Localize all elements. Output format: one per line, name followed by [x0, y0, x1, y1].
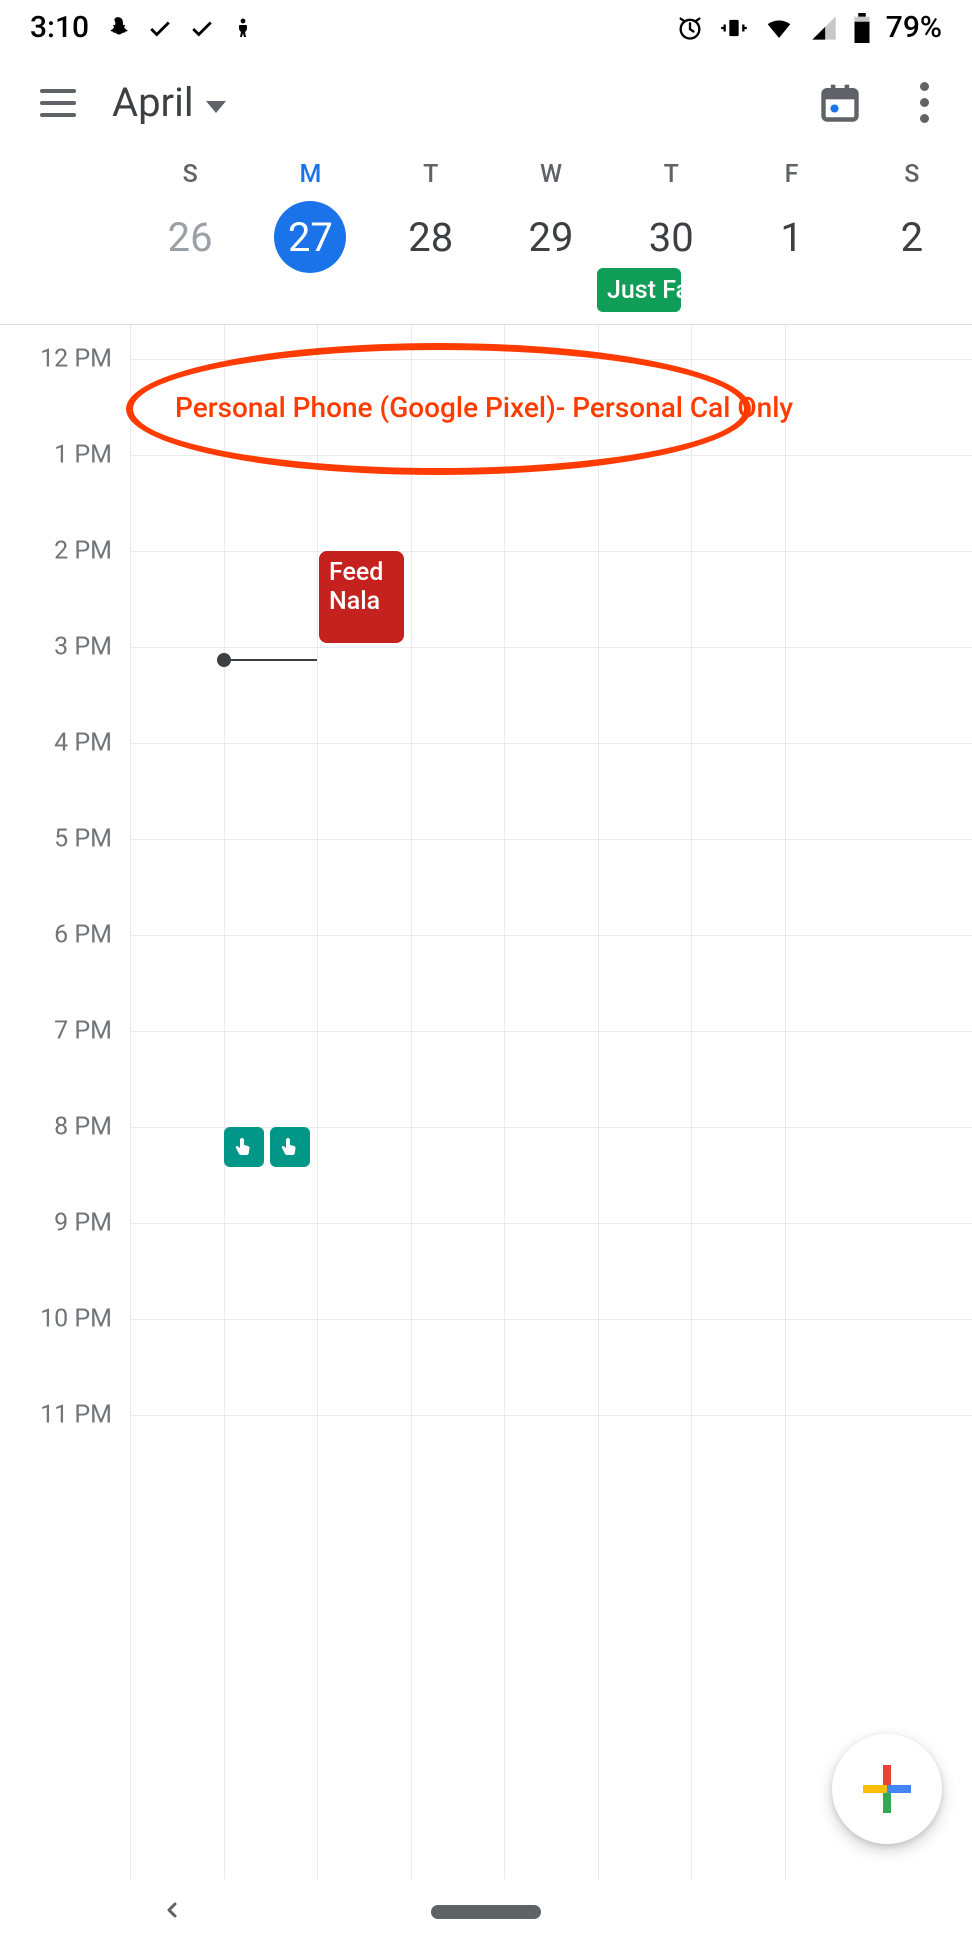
snapchat-icon: [105, 15, 131, 41]
now-indicator: [224, 659, 318, 661]
touch-icon: [224, 1127, 264, 1167]
touch-markers: [224, 1127, 310, 1167]
day-number: 27: [274, 201, 346, 273]
check-icon: [147, 15, 173, 41]
touch-icon: [270, 1127, 310, 1167]
hour-label: 5 PM: [54, 825, 112, 854]
status-left: 3:10: [30, 10, 255, 45]
event-title: Feed Nala: [329, 558, 383, 616]
hour-label: 8 PM: [54, 1113, 112, 1142]
hour-label: 1 PM: [54, 441, 112, 470]
status-bar: 3:10 79%: [0, 0, 972, 55]
day-col-sun[interactable]: S 26: [130, 150, 250, 324]
day-number: 29: [515, 201, 587, 273]
allday-event-title: Just Fa: [607, 276, 681, 305]
day-col-fri[interactable]: F 1: [731, 150, 851, 324]
grid-lines: Feed Nala: [130, 323, 972, 1879]
overflow-menu-button[interactable]: [902, 81, 946, 125]
plus-icon: [863, 1765, 911, 1813]
check-icon: [189, 15, 215, 41]
dow-label: S: [183, 160, 198, 189]
day-col-tue[interactable]: T 28: [371, 150, 491, 324]
home-pill[interactable]: [431, 1905, 541, 1919]
app-bar: April: [0, 55, 972, 150]
status-right: 79%: [676, 10, 942, 45]
day-col-mon[interactable]: M 27: [250, 150, 370, 324]
battery-icon: [854, 13, 870, 43]
back-button[interactable]: [160, 1898, 184, 1926]
day-col-sat[interactable]: S 2: [852, 150, 972, 324]
dow-label: W: [540, 160, 562, 189]
day-number: 2: [876, 201, 948, 273]
hour-label: 2 PM: [54, 537, 112, 566]
day-number: 26: [154, 201, 226, 273]
status-time: 3:10: [30, 10, 89, 45]
week-row: S 26 M 27 T 28 W 29 T 30 F 1 S 2: [130, 150, 972, 324]
chevron-down-icon: [206, 101, 226, 113]
battery-percent: 79%: [886, 10, 942, 45]
cell-icon: [810, 14, 838, 42]
day-number: 1: [756, 201, 828, 273]
dow-label: F: [785, 160, 799, 189]
hour-label: 9 PM: [54, 1209, 112, 1238]
figure-icon: [231, 16, 255, 40]
system-nav-bar: [0, 1879, 972, 1944]
hour-label: 7 PM: [54, 1017, 112, 1046]
time-grid[interactable]: 12 PM 1 PM 2 PM 3 PM 4 PM 5 PM 6 PM 7 PM…: [0, 323, 972, 1879]
create-event-fab[interactable]: [832, 1734, 942, 1844]
alarm-icon: [676, 14, 704, 42]
menu-button[interactable]: [30, 75, 86, 131]
vibrate-icon: [720, 14, 748, 42]
hour-label: 3 PM: [54, 633, 112, 662]
week-header: S 26 M 27 T 28 W 29 T 30 F 1 S 2 Just Fa: [0, 150, 972, 325]
allday-event[interactable]: Just Fa: [597, 268, 681, 312]
annotation-text: Personal Phone (Google Pixel)- Personal …: [175, 391, 793, 424]
dow-label: S: [904, 160, 919, 189]
dow-label: T: [664, 160, 679, 189]
month-label: April: [112, 79, 194, 126]
dow-label: T: [423, 160, 438, 189]
wifi-icon: [764, 13, 794, 43]
hour-label: 11 PM: [40, 1401, 112, 1430]
hour-label: 10 PM: [40, 1305, 112, 1334]
day-col-wed[interactable]: W 29: [491, 150, 611, 324]
month-picker[interactable]: April: [112, 79, 226, 126]
hour-label: 4 PM: [54, 729, 112, 758]
hour-label: 12 PM: [40, 345, 112, 374]
day-number: 28: [395, 201, 467, 273]
day-number: 30: [635, 201, 707, 273]
event-feed-nala[interactable]: Feed Nala: [319, 551, 404, 643]
hour-label: 6 PM: [54, 921, 112, 950]
dow-label: M: [299, 160, 321, 189]
today-button[interactable]: [818, 81, 862, 125]
